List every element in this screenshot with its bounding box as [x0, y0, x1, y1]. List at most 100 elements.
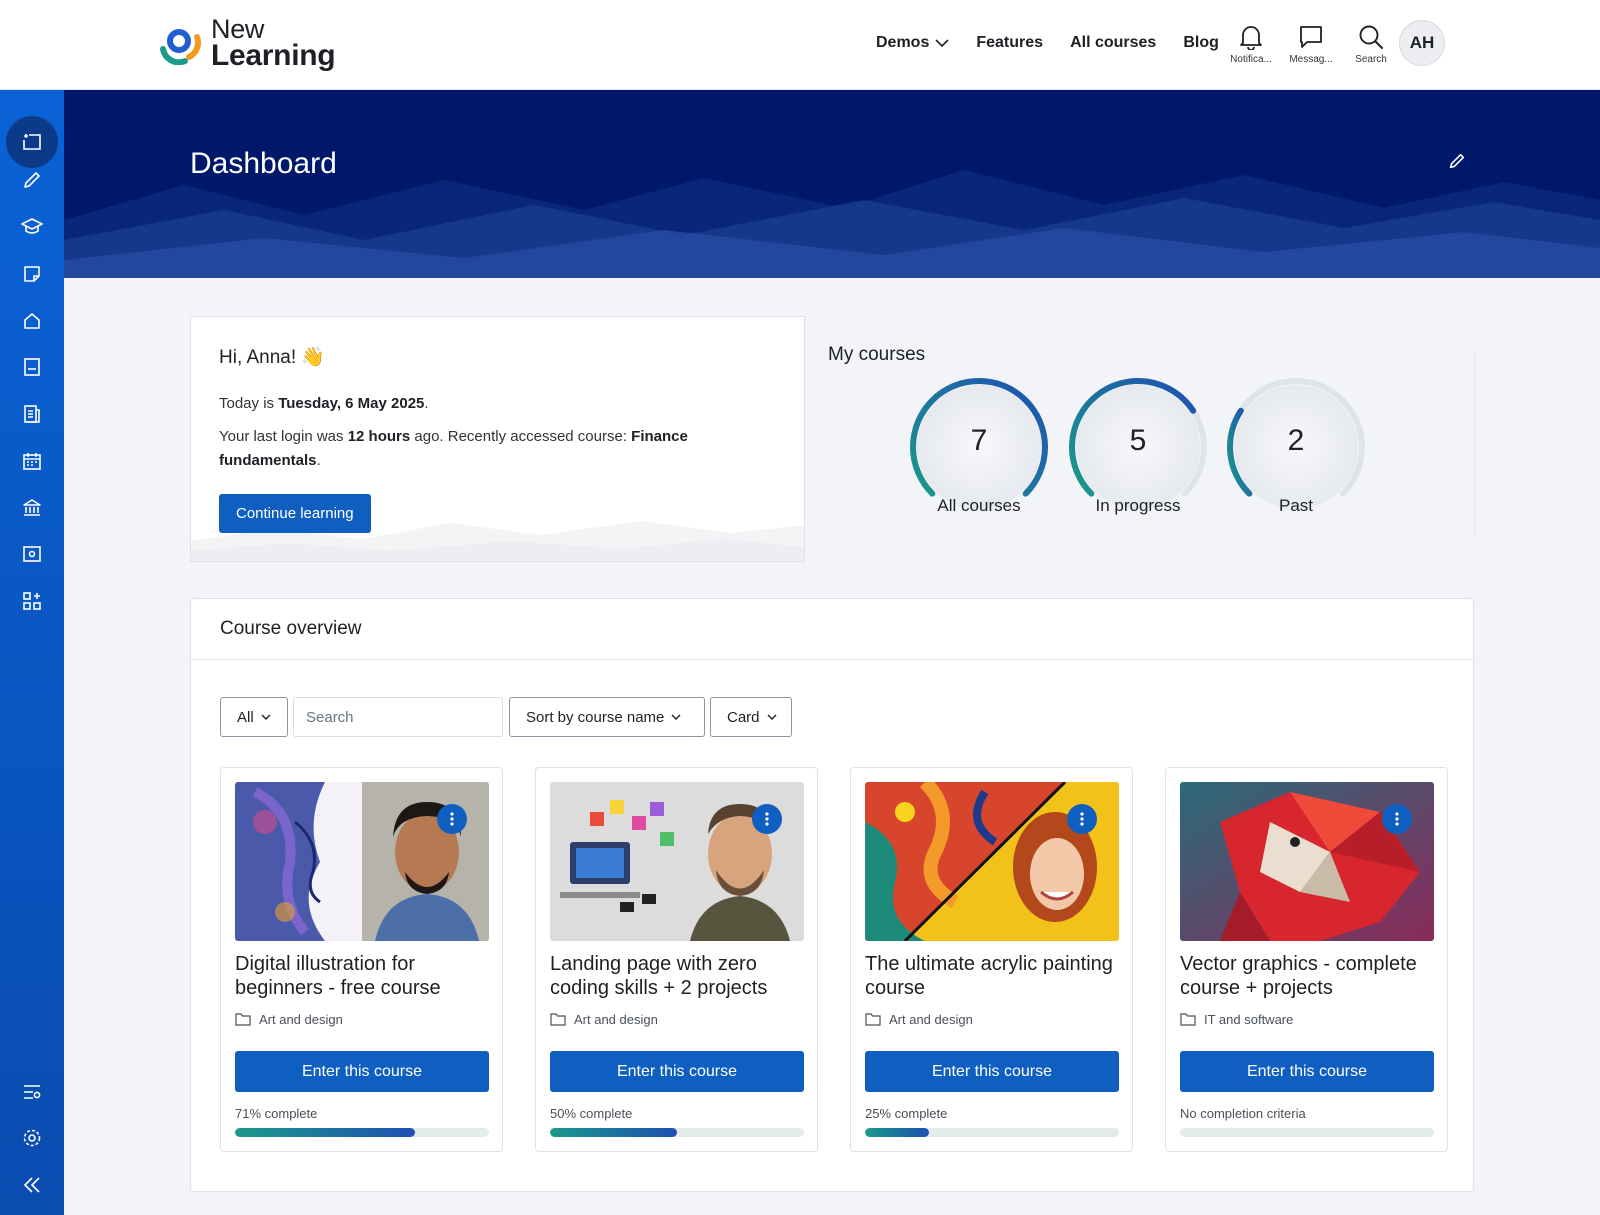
banner-mountains	[64, 170, 1600, 278]
folder-icon	[235, 1013, 251, 1026]
sidebar-item-apps[interactable]	[0, 579, 64, 623]
course-image-landing-page[interactable]	[550, 782, 804, 941]
logo-icon	[160, 28, 202, 65]
sidebar-item-settings[interactable]	[0, 1116, 64, 1160]
gauge-count: 2	[1287, 424, 1305, 457]
nav-all-courses[interactable]: All courses	[1070, 34, 1156, 52]
course-image-digital-illustration[interactable]	[235, 782, 489, 941]
sidebar-item-institution[interactable]	[0, 486, 64, 530]
course-progress-bar	[865, 1128, 1119, 1137]
bell-icon	[1240, 26, 1262, 50]
gauge-label: Past	[1278, 496, 1314, 515]
course-search-input[interactable]	[293, 697, 503, 737]
enter-course-button[interactable]: Enter this course	[1180, 1051, 1434, 1092]
sidebar-item-preferences[interactable]	[0, 1070, 64, 1114]
sidebar-item-files[interactable]	[0, 532, 64, 576]
course-category: IT and software	[1180, 1012, 1293, 1027]
course-category: Art and design	[235, 1012, 343, 1027]
continue-learning-button[interactable]: Continue learning	[219, 494, 371, 533]
course-title[interactable]: Landing page with zero coding skills + 2…	[550, 952, 808, 1000]
sidebar-item-calendar[interactable]	[0, 439, 64, 483]
search-button[interactable]: Search	[1348, 24, 1394, 65]
course-progress-bar	[1180, 1128, 1434, 1137]
chevron-down-icon	[261, 714, 271, 720]
enter-course-button[interactable]: Enter this course	[235, 1051, 489, 1092]
course-progress-fill	[550, 1128, 677, 1137]
sidebar-item-edit[interactable]	[0, 158, 64, 202]
last-login-line: Your last login was 12 hours ago. Recent…	[219, 428, 688, 469]
last-login-time: 12 hours	[347, 428, 411, 445]
course-count-gauge[interactable]: 5 In progress	[1063, 372, 1213, 532]
filter-settings-icon	[24, 1085, 41, 1099]
folder-icon	[550, 1013, 566, 1026]
apps-add-icon	[23, 592, 41, 610]
course-card[interactable]: Landing page with zero coding skills + 2…	[535, 767, 818, 1152]
course-progress-fill	[235, 1128, 416, 1137]
course-progress-label: No completion criteria	[1180, 1106, 1306, 1121]
sidebar	[0, 90, 64, 1215]
graduation-cap-icon	[21, 218, 43, 234]
book-icon	[24, 358, 40, 376]
enter-course-button[interactable]: Enter this course	[865, 1051, 1119, 1092]
kebab-menu-icon	[1080, 812, 1084, 826]
course-progress-label: 50% complete	[550, 1106, 633, 1121]
nav-blog[interactable]: Blog	[1183, 34, 1219, 52]
greeting-title: Hi, Anna! 👋	[219, 347, 326, 368]
course-menu-button[interactable]	[437, 804, 467, 834]
notifications-button[interactable]: Notifica...	[1228, 24, 1274, 65]
note-icon	[24, 266, 40, 282]
course-progress-label: 71% complete	[235, 1106, 318, 1121]
sidebar-collapse-button[interactable]	[0, 1163, 64, 1207]
site-logo[interactable]: New Learning	[155, 16, 336, 72]
course-count-gauge[interactable]: 7 All courses	[904, 372, 1054, 532]
report-icon	[24, 405, 40, 423]
view-dropdown[interactable]: Card	[710, 697, 792, 737]
nav-features[interactable]: Features	[976, 34, 1043, 52]
nav-icon-group: Notifica... Messag... Search	[1228, 24, 1394, 65]
pencil-icon	[24, 172, 40, 188]
course-image-acrylic-painting[interactable]	[865, 782, 1119, 941]
course-menu-button[interactable]	[1382, 804, 1412, 834]
course-title[interactable]: Vector graphics - complete course + proj…	[1180, 952, 1438, 1000]
sidebar-item-courses[interactable]	[0, 205, 64, 249]
course-card[interactable]: Digital illustration for beginners - fre…	[220, 767, 503, 1152]
course-category: Art and design	[550, 1012, 658, 1027]
sidebar-item-content[interactable]	[0, 345, 64, 389]
course-progress-label: 25% complete	[865, 1106, 948, 1121]
course-title[interactable]: The ultimate acrylic painting course	[865, 952, 1123, 1000]
logo-text-learning: Learning	[211, 39, 336, 72]
sidebar-item-home[interactable]	[0, 299, 64, 343]
gauge-count: 5	[1129, 424, 1147, 457]
course-menu-button[interactable]	[752, 804, 782, 834]
widget-divider	[1474, 350, 1475, 536]
enter-course-button[interactable]: Enter this course	[550, 1051, 804, 1092]
course-card[interactable]: Vector graphics - complete course + proj…	[1165, 767, 1448, 1152]
sidebar-item-notes[interactable]	[0, 252, 64, 296]
grouping-dropdown[interactable]: All	[220, 697, 288, 737]
course-category: Art and design	[865, 1012, 973, 1027]
course-image-vector-graphics[interactable]	[1180, 782, 1434, 941]
page-header-banner: Dashboard	[64, 90, 1600, 278]
search-label: Search	[1355, 54, 1387, 65]
sort-dropdown[interactable]: Sort by course name	[509, 697, 705, 737]
kebab-menu-icon	[450, 812, 454, 826]
today-line: Today is Tuesday, 6 May 2025.	[219, 395, 429, 412]
gauge-count: 7	[970, 424, 988, 457]
edit-header-button[interactable]	[1448, 152, 1466, 175]
course-progress-fill	[865, 1128, 929, 1137]
user-avatar[interactable]: AH	[1399, 20, 1445, 66]
message-icon	[1300, 26, 1322, 48]
messages-button[interactable]: Messag...	[1288, 24, 1334, 65]
main-nav: Demos Features All courses Blog	[876, 34, 1219, 52]
course-progress-bar	[235, 1128, 489, 1137]
course-menu-button[interactable]	[1067, 804, 1097, 834]
course-overview-title: Course overview	[191, 599, 1473, 660]
course-card[interactable]: The ultimate acrylic painting course Art…	[850, 767, 1133, 1152]
view-dropdown-label: Card	[727, 708, 760, 726]
course-category-label: Art and design	[259, 1012, 343, 1027]
course-title[interactable]: Digital illustration for beginners - fre…	[235, 952, 493, 1000]
my-courses-widget: My courses 7 All courses 5 In progress 2 Past	[828, 344, 1365, 515]
course-count-gauge[interactable]: 2 Past	[1221, 372, 1371, 532]
nav-demos[interactable]: Demos	[876, 34, 949, 52]
sidebar-item-reports[interactable]	[0, 392, 64, 436]
